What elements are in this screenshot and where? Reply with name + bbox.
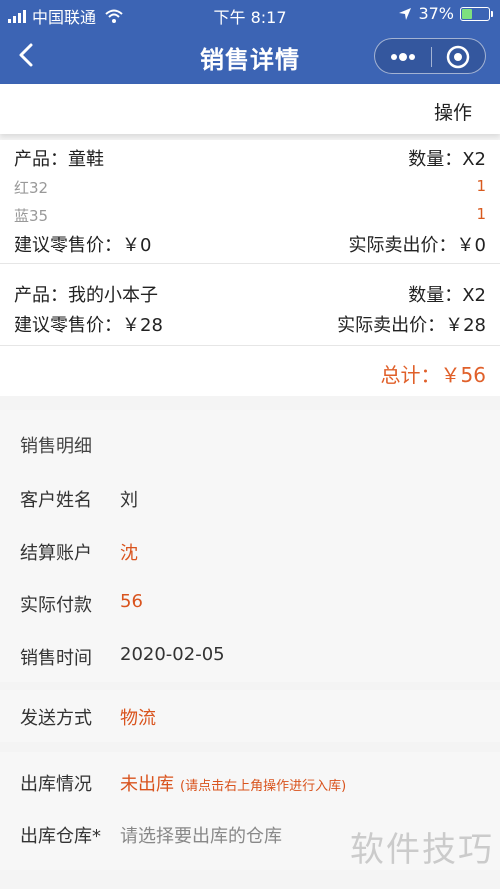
sales-detail-section: 销售明细 客户姓名 刘 结算账户 沈 实际付款 56 销售时间 2020-02-… <box>0 410 500 682</box>
product-item: 产品：我的小本子 数量：X2 建议零售价：￥28 实际卖出价：￥28 <box>0 264 500 346</box>
actual-price: 实际卖出价：￥0 <box>348 235 486 256</box>
settlement-account-field[interactable]: 结算账户 沈 <box>0 531 500 571</box>
sale-time-field: 销售时间 2020-02-05 <box>0 636 500 676</box>
field-value: 物流 <box>120 708 156 729</box>
variant-label: 蓝35 <box>14 207 49 225</box>
field-value: 沈 <box>120 543 138 564</box>
location-arrow-icon <box>399 7 412 20</box>
more-dots-icon[interactable] <box>389 52 417 62</box>
product-name: 产品：我的小本子 <box>14 285 158 306</box>
variant-quantity: 1 <box>476 205 486 223</box>
field-label: 客户姓名 <box>20 490 92 511</box>
suggested-price: 建议零售价：￥28 <box>14 315 163 336</box>
stock-status-field: 出库情况 未出库 (请点击右上角操作进行入库) <box>0 762 500 802</box>
battery-percent: 37% <box>418 4 454 23</box>
section-title: 销售明细 <box>20 436 92 457</box>
operation-bar: 操作 <box>0 84 500 134</box>
total-row: 总计：￥56 <box>0 346 500 396</box>
product-quantity: 数量：X2 <box>408 285 486 306</box>
field-label: 出库仓库* <box>20 826 101 847</box>
shipping-method-field[interactable]: 发送方式 物流 <box>0 696 500 736</box>
customer-name-field: 客户姓名 刘 <box>0 478 500 518</box>
field-value: 56 <box>120 591 143 612</box>
nav-bar: 销售详情 <box>0 28 500 84</box>
battery-icon <box>460 6 493 21</box>
field-label: 出库情况 <box>20 774 92 795</box>
variant-label: 红32 <box>14 179 49 197</box>
field-label: 结算账户 <box>20 543 92 564</box>
product-list: 产品：童鞋 数量：X2 红32 1 蓝35 1 建议零售价：￥0 实际卖出价：￥… <box>0 140 500 396</box>
total-amount: 总计：￥56 <box>380 363 486 387</box>
product-name: 产品：童鞋 <box>14 149 104 170</box>
shipping-section: 发送方式 物流 <box>0 690 500 742</box>
stock-status-value: 未出库 <box>120 774 174 795</box>
field-value: 未出库 (请点击右上角操作进行入库) <box>120 770 346 796</box>
suggested-price: 建议零售价：￥0 <box>14 235 152 256</box>
actual-price: 实际卖出价：￥28 <box>337 315 486 336</box>
actual-payment-field[interactable]: 实际付款 56 <box>0 583 500 623</box>
variant-quantity: 1 <box>476 177 486 195</box>
target-circle-icon[interactable] <box>446 45 470 69</box>
warehouse-placeholder[interactable]: 请选择要出库的仓库 <box>120 822 282 848</box>
product-item: 产品：童鞋 数量：X2 红32 1 蓝35 1 建议零售价：￥0 实际卖出价：￥… <box>0 140 500 264</box>
product-quantity: 数量：X2 <box>408 149 486 170</box>
mini-program-capsule <box>374 38 486 74</box>
status-bar: 中国联通 下午 8:17 37% <box>0 0 500 28</box>
field-value: 刘 <box>120 490 138 511</box>
field-label: 销售时间 <box>20 648 92 669</box>
field-value: 2020-02-05 <box>120 644 225 665</box>
stock-status-hint: (请点击右上角操作进行入库) <box>180 779 347 794</box>
field-label: 实际付款 <box>20 595 92 616</box>
field-label: 发送方式 <box>20 708 92 729</box>
watermark: 软件技巧 <box>350 830 494 870</box>
operate-button[interactable]: 操作 <box>434 98 472 125</box>
